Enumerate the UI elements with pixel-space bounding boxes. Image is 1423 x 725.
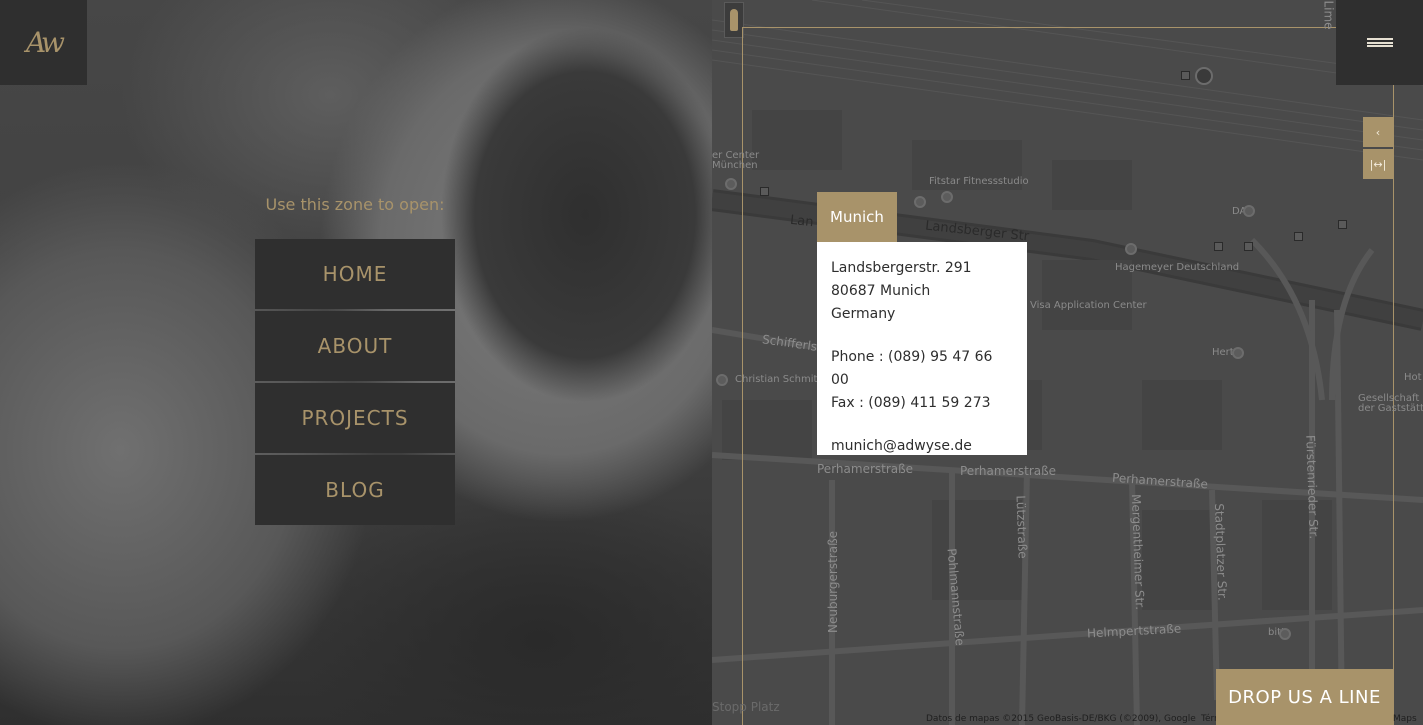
menu-item-label: BLOG (325, 478, 385, 502)
bus-stop-icon[interactable] (1244, 242, 1253, 251)
logo-text: Aw (26, 26, 65, 59)
bus-stop-icon[interactable] (1338, 220, 1347, 229)
menu-toggle-button[interactable] (1336, 0, 1423, 85)
street-label: Lan (789, 212, 815, 231)
poi-icon[interactable] (725, 178, 737, 190)
map-back-button[interactable]: ‹ (1363, 117, 1393, 147)
menu-item-about[interactable]: ABOUT (255, 311, 455, 381)
bus-stop-icon[interactable] (1181, 71, 1190, 80)
infowindow-title: Munich (830, 208, 884, 226)
map-maps-link[interactable]: Maps (1393, 714, 1417, 724)
poi-icon[interactable] (941, 191, 953, 203)
poi-icon[interactable] (1279, 628, 1291, 640)
left-panel: Aw Use this zone to open: HOME ABOUT PRO… (0, 0, 712, 725)
bus-stop-icon[interactable] (1294, 232, 1303, 241)
chevron-left-icon: ‹ (1375, 125, 1381, 139)
infowindow: Landsbergerstr. 291 80687 Munich Germany… (817, 242, 1027, 455)
map[interactable]: Landsberger Str Lan Perhamerstraße Perha… (712, 0, 1423, 725)
poi-label: Hot (1404, 372, 1422, 383)
address-line: Landsbergerstr. 291 (831, 260, 972, 276)
menu-item-label: HOME (322, 262, 388, 286)
menu-item-label: ABOUT (317, 334, 393, 358)
menu-item-label: PROJECTS (301, 406, 409, 430)
poi-label: Christian Schmit (735, 374, 818, 385)
zone-label: Use this zone to open: (265, 195, 445, 214)
fax-number: Fax : (089) 411 59 273 (831, 395, 991, 411)
poi-icon[interactable] (1243, 205, 1255, 217)
logo[interactable]: Aw (0, 0, 87, 85)
poi-label: Fitstar Fitnessstudio (929, 176, 1029, 187)
street-label: Perhamerstraße (960, 464, 1057, 478)
street-label: Perhamerstraße (817, 462, 914, 476)
cta-label: DROP US A LINE (1228, 686, 1381, 708)
poi-label: Stopp Platz (712, 700, 780, 714)
email-link[interactable]: munich@adwyse.de (831, 435, 1013, 458)
poi-label: Visa Application Center (1030, 300, 1147, 311)
street-view-pegman[interactable] (724, 2, 744, 38)
bus-stop-icon[interactable] (760, 187, 769, 196)
drop-us-a-line-button[interactable]: DROP US A LINE (1216, 669, 1393, 725)
poi-label: Hagemeyer Deutschland (1115, 262, 1240, 273)
address-country: Germany (831, 306, 896, 322)
street-label: Lime (1321, 0, 1336, 30)
menu-item-blog[interactable]: BLOG (255, 455, 455, 525)
street-label: Neuburgerstraße (826, 530, 841, 634)
menu-item-projects[interactable]: PROJECTS (255, 383, 455, 453)
phone-number: Phone : (089) 95 47 66 00 (831, 349, 993, 388)
main-menu: HOME ABOUT PROJECTS BLOG (255, 239, 455, 527)
map-attribution: Datos de mapas ©2015 GeoBasis-DE/BKG (©2… (926, 714, 1196, 724)
hamburger-icon (1366, 38, 1393, 47)
poi-icon[interactable] (1125, 243, 1137, 255)
poi-label: er Center München (712, 150, 760, 171)
menu-item-home[interactable]: HOME (255, 239, 455, 309)
s-bahn-icon[interactable] (1195, 67, 1213, 85)
address-line: 80687 Munich (831, 283, 931, 299)
street-label: Lützstraße (1013, 495, 1030, 559)
poi-icon[interactable] (1232, 347, 1244, 359)
poi-icon[interactable] (716, 374, 728, 386)
map-expand-button[interactable]: |↔| (1363, 149, 1393, 179)
poi-label: Gesellschaft der Gaststätt (1358, 393, 1423, 414)
bus-stop-icon[interactable] (1214, 242, 1223, 251)
poi-icon[interactable] (914, 196, 926, 208)
infowindow-tab: Munich (817, 192, 897, 242)
expand-icon: |↔| (1369, 157, 1387, 171)
